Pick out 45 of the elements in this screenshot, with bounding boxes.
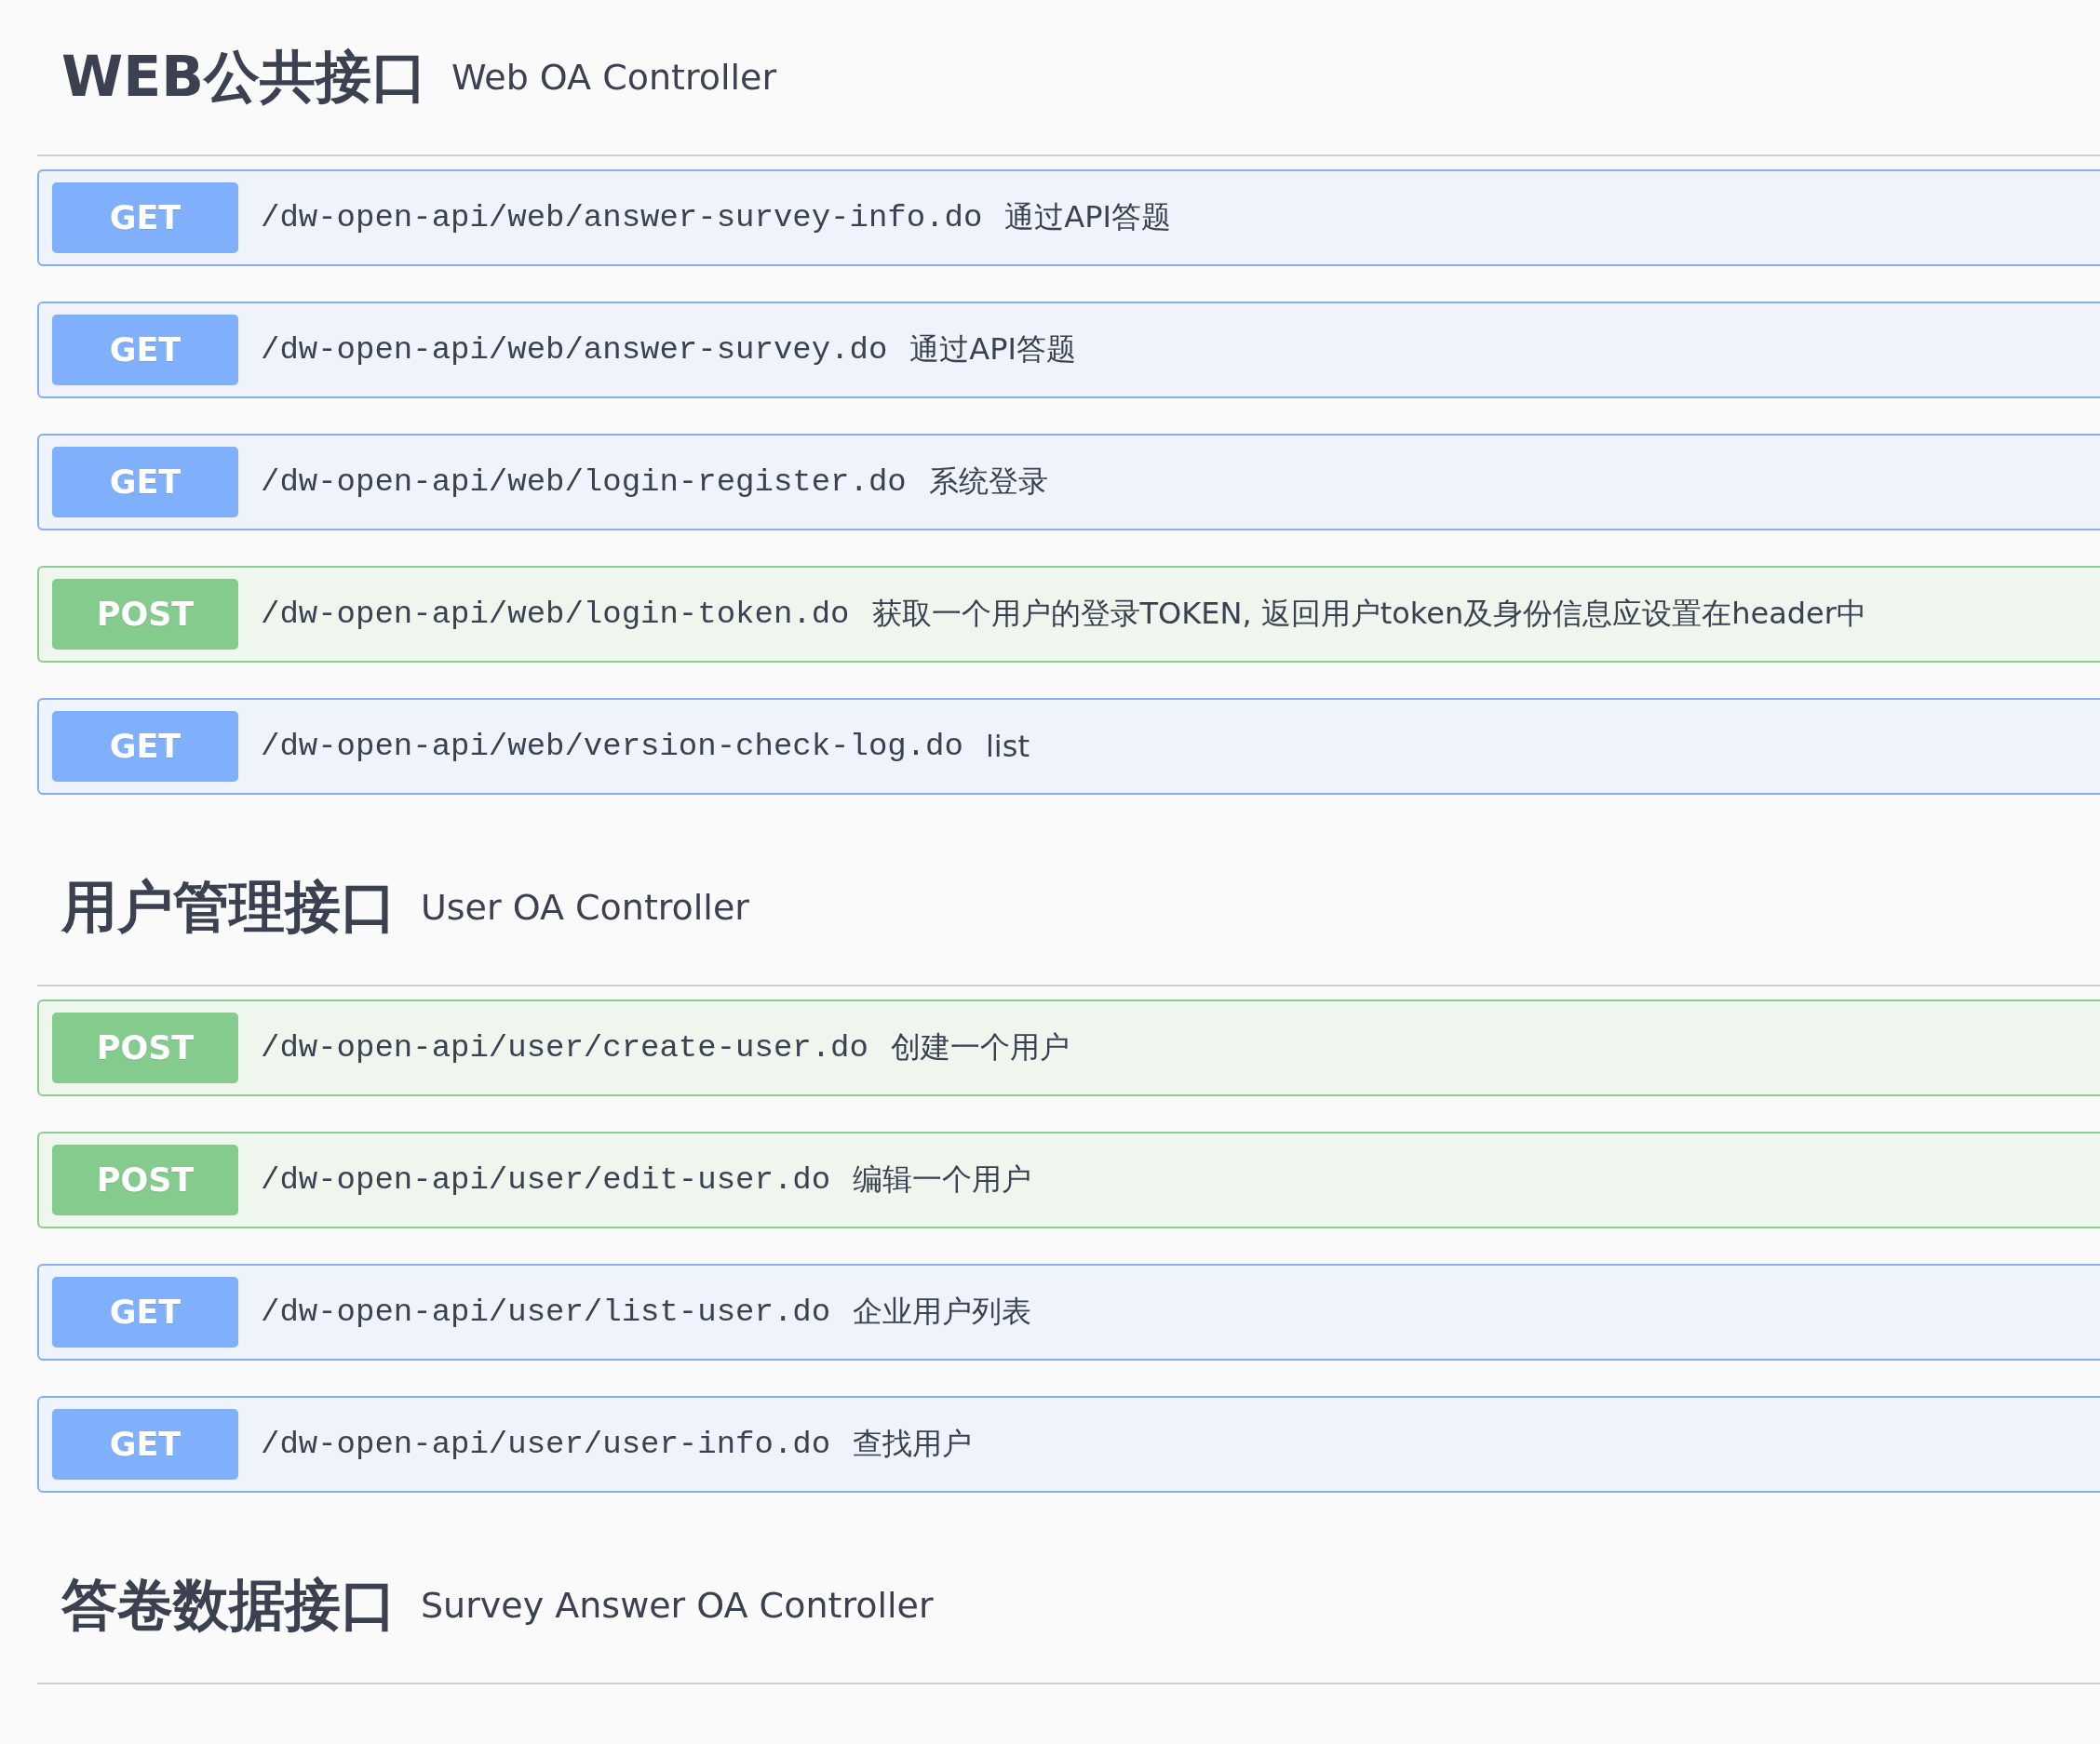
section-subtitle: Survey Answer OA Controller (421, 1585, 934, 1626)
endpoint-summary: 企业用户列表 (853, 1293, 1032, 1331)
section-title: 用户管理接口 (61, 872, 397, 941)
endpoint-summary: list (985, 729, 1030, 764)
endpoint-path: /dw-open-api/web/answer-survey.do (261, 332, 888, 368)
method-badge: GET (52, 711, 238, 782)
section-subtitle: Web OA Controller (451, 57, 777, 98)
endpoint-row[interactable]: GET /dw-open-api/web/login-register.do 系统登录 (37, 434, 2100, 530)
endpoint-path: /dw-open-api/web/login-register.do (261, 464, 907, 500)
endpoint-row[interactable]: POST /dw-open-api/user/edit-user.do 编辑一个用户 (37, 1132, 2100, 1228)
endpoint-summary: 通过API答题 (909, 330, 1076, 369)
method-badge: GET (52, 1409, 238, 1480)
endpoint-row[interactable]: POST /dw-open-api/web/login-token.do 获取一个用户的登录TOKEN, 返回用户token及身份信息应设置在header中 (37, 566, 2100, 663)
endpoint-path: /dw-open-api/user/edit-user.do (261, 1162, 831, 1198)
endpoint-path: /dw-open-api/web/version-check-log.do (261, 729, 963, 764)
endpoint-row[interactable]: GET /dw-open-api/web/answer-survey.do 通过API答题 (37, 302, 2100, 398)
section-header[interactable]: 答卷数据接口 Survey Answer OA Controller (37, 1528, 2100, 1684)
endpoint-summary: 创建一个用户 (890, 1028, 1070, 1067)
endpoint-summary: 编辑一个用户 (853, 1160, 1032, 1199)
endpoint-row[interactable]: GET /dw-open-api/user/list-user.do 企业用户列表 (37, 1264, 2100, 1361)
method-badge: GET (52, 315, 238, 385)
section-title: WEB公共接口 (61, 42, 427, 111)
endpoint-summary: 系统登录 (928, 463, 1048, 501)
endpoint-summary: 通过API答题 (1004, 198, 1171, 236)
method-badge: GET (52, 447, 238, 517)
endpoint-row[interactable]: GET /dw-open-api/web/answer-survey-info.do 通过API答题 (37, 169, 2100, 266)
endpoint-path: /dw-open-api/web/answer-survey-info.do (261, 200, 983, 235)
method-badge: POST (52, 579, 238, 650)
method-badge: GET (52, 182, 238, 253)
endpoint-row[interactable]: GET /dw-open-api/user/user-info.do 查找用户 (37, 1396, 2100, 1493)
method-badge: GET (52, 1277, 238, 1348)
section-subtitle: User OA Controller (421, 887, 749, 928)
endpoint-path: /dw-open-api/user/create-user.do (261, 1030, 868, 1066)
endpoint-path: /dw-open-api/user/user-info.do (261, 1427, 831, 1462)
section-header[interactable]: 用户管理接口 User OA Controller (37, 830, 2100, 986)
endpoint-row[interactable]: POST /dw-open-api/user/create-user.do 创建一个用户 (37, 999, 2100, 1096)
section-title: 答卷数据接口 (61, 1570, 397, 1639)
method-badge: POST (52, 1013, 238, 1083)
endpoint-path: /dw-open-api/user/list-user.do (261, 1295, 831, 1330)
endpoint-path: /dw-open-api/web/login-token.do (261, 597, 850, 632)
method-badge: POST (52, 1145, 238, 1215)
section-header[interactable]: WEB公共接口 Web OA Controller (37, 0, 2100, 156)
endpoint-summary: 查找用户 (853, 1425, 973, 1463)
endpoint-row[interactable]: GET /dw-open-api/web/version-check-log.do list (37, 698, 2100, 795)
endpoint-summary: 获取一个用户的登录TOKEN, 返回用户token及身份信息应设置在header中 (871, 595, 1866, 633)
